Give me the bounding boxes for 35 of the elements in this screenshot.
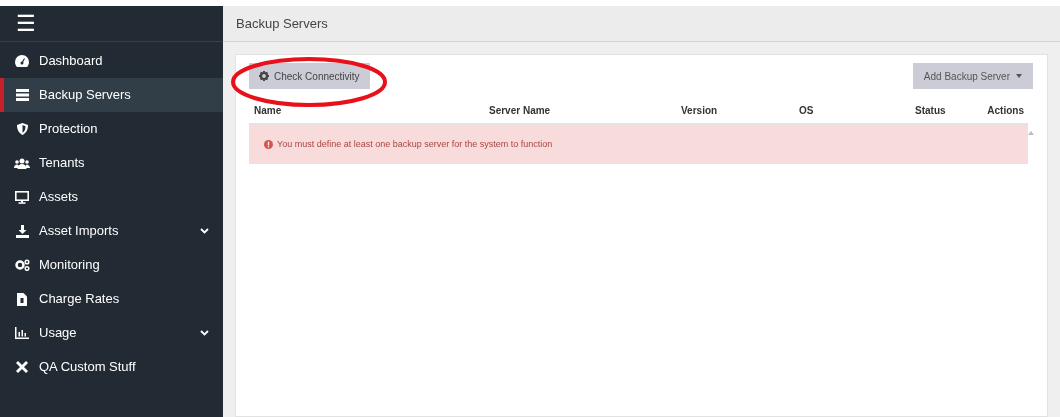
sidebar-item[interactable]: Assets	[0, 180, 223, 214]
column-header: OS	[798, 104, 815, 118]
users-icon	[14, 157, 30, 169]
column-header: Name	[253, 104, 283, 118]
download-icon	[15, 224, 29, 238]
sidebar-item[interactable]: Monitoring	[0, 248, 223, 282]
error-icon	[264, 140, 273, 149]
gears-icon	[14, 259, 30, 271]
invoice-icon	[17, 292, 27, 306]
column-header: Actions	[987, 104, 1025, 118]
bar-chart-icon	[15, 327, 29, 339]
sidebar-item[interactable]: QA Custom Stuff	[0, 350, 223, 384]
caret-icon	[1016, 74, 1022, 78]
shield-icon	[16, 123, 28, 135]
add-backup-server-button[interactable]: Add Backup Server	[912, 63, 1033, 89]
gear-icon	[259, 71, 269, 81]
sidebar-item[interactable]: Protection	[0, 112, 223, 146]
check-connectivity-button[interactable]: Check Connectivity	[249, 63, 370, 89]
tools-icon	[15, 360, 29, 374]
sidebar-item[interactable]: Backup Servers	[0, 78, 223, 112]
page-title: Backup Servers	[236, 14, 328, 33]
sidebar-item[interactable]: Charge Rates	[0, 282, 223, 316]
column-header: Version	[680, 104, 719, 118]
server-icon	[15, 89, 29, 101]
alert-message: You must define at least one backup server for the system to function	[277, 137, 553, 151]
gauge-icon	[15, 55, 29, 67]
menu-button[interactable]: ☰	[16, 12, 36, 35]
sidebar-item[interactable]: Dashboard	[0, 44, 223, 78]
sidebar-item[interactable]: Asset Imports	[0, 214, 223, 248]
sidebar-item[interactable]: Usage	[0, 316, 223, 350]
scroll-up-icon[interactable]	[1028, 131, 1034, 135]
sidebar-item[interactable]: Tenants	[0, 146, 223, 180]
column-header: Status	[914, 104, 947, 118]
column-header: Server Name	[488, 104, 552, 118]
monitor-icon	[15, 190, 29, 204]
